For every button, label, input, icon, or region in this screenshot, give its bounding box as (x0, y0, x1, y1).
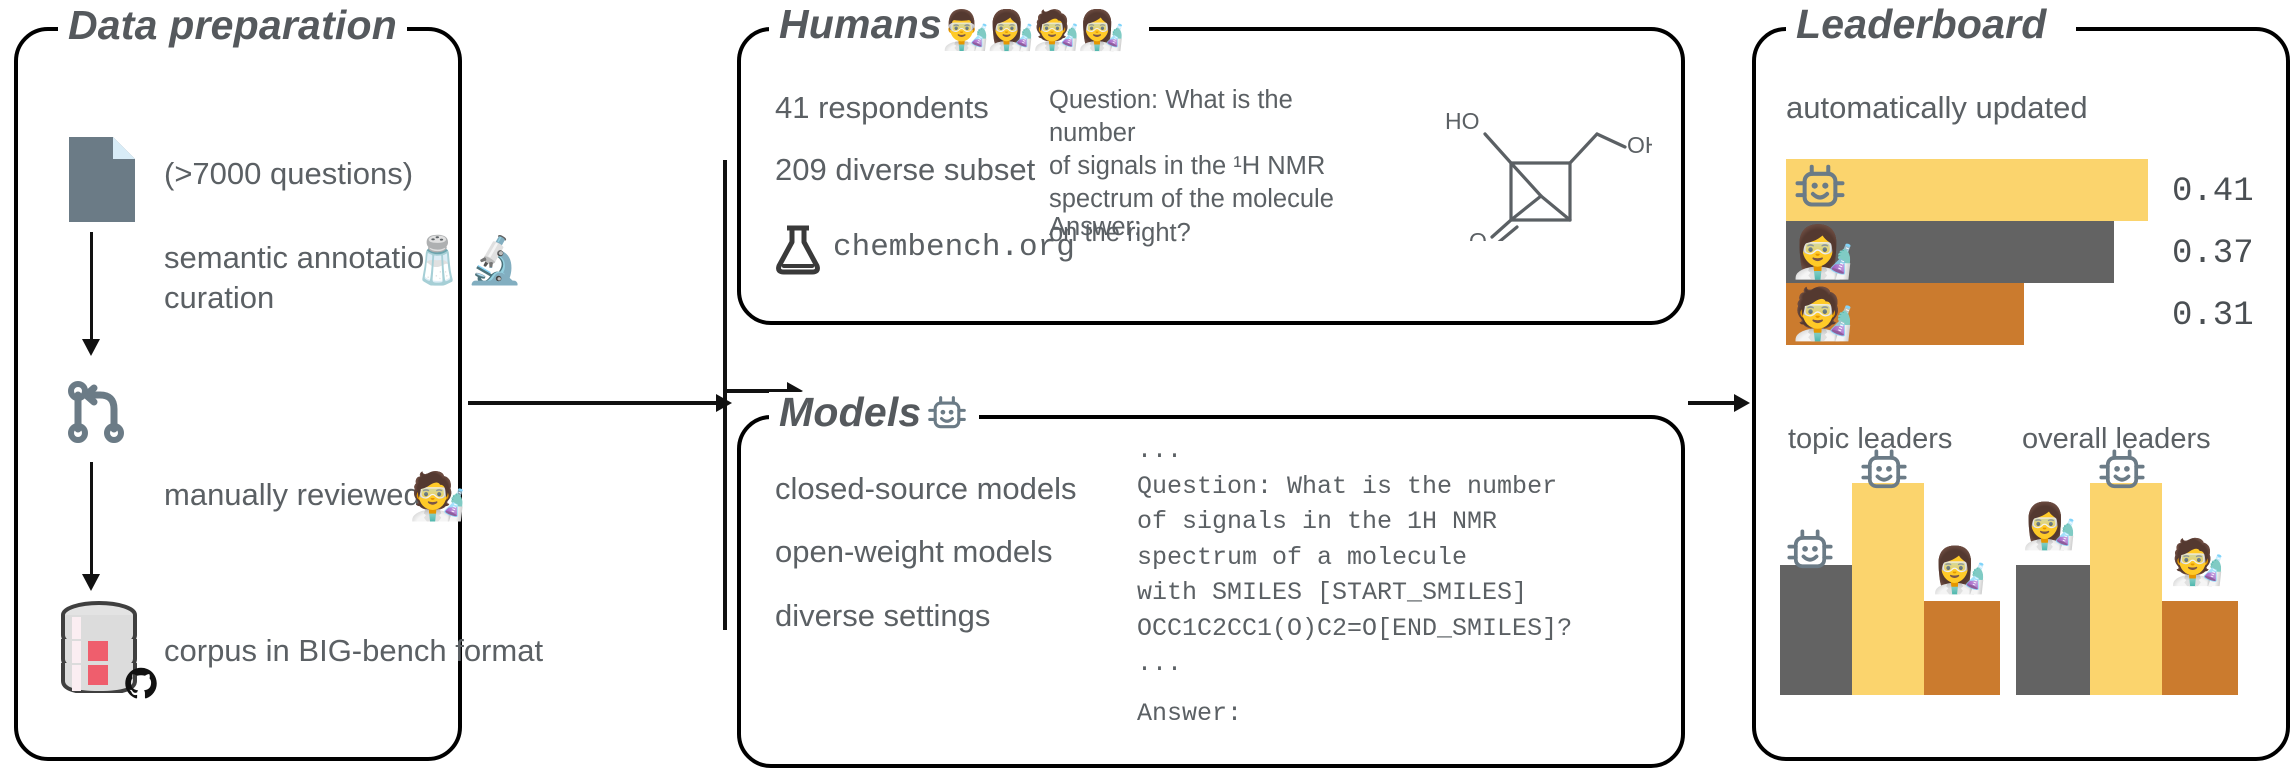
panel-title-humans: Humans👨‍🔬👩‍🔬🧑‍🔬👩‍🔬 (769, 1, 1134, 52)
model-prompt-line-4: spectrum of a molecule (1137, 542, 1468, 572)
podium-place-3 (1924, 601, 2000, 695)
humans-subset: 209 diverse subset (775, 152, 1036, 187)
chembench-url[interactable]: chembench.org (833, 229, 1075, 268)
robot-icon (1794, 162, 1846, 219)
leaderboard-bar-1 (1786, 159, 2148, 221)
models-item-closed-source: closed-source models (775, 471, 1077, 506)
scientist-emoji-1: 🧂‍🔬 (409, 233, 524, 287)
robot-icon-place-2 (1786, 527, 1834, 582)
model-prompt-line-7: ... (1137, 649, 1183, 678)
connector-arrow-left (468, 390, 732, 421)
github-icon (124, 667, 158, 701)
git-branch-icon (64, 377, 134, 447)
model-prompt-line-2: Question: What is the number (1137, 471, 1558, 501)
model-prompt-line-1: ... (1137, 436, 1183, 465)
molecule-structure: HO OH O (1437, 101, 1662, 254)
panel-leaderboard: Leaderboard automatically updated 0.41 👩… (1752, 4, 2290, 761)
panel-title-humans-text: Humans (779, 1, 942, 47)
podium-place-1 (2090, 483, 2162, 695)
flask-icon (775, 224, 821, 276)
panel-title-leaderboard: Leaderboard (1786, 4, 2057, 45)
model-prompt-line-5: with SMILES [START_SMILES] (1137, 578, 1528, 607)
robot-icon-place-1 (1860, 447, 1908, 502)
robot-icon-place-1 (2098, 447, 2146, 502)
flow-arrow-1-head (82, 339, 100, 356)
scientist-brown-emoji-place-3: 🧑‍🔬 (2170, 537, 2225, 588)
human-prompt-line-2: of signals in the ¹H NMR (1049, 152, 1326, 181)
human-prompt-line-1: Question: What is the number (1049, 86, 1293, 148)
models-item-diverse-settings: diverse settings (775, 598, 991, 633)
step-label-corpus: corpus in BIG-bench format (164, 633, 544, 668)
molecule-label-O: O (1469, 228, 1487, 241)
model-prompt: ... Question: What is the number of sign… (1137, 433, 1572, 731)
panel-title-models-text: Models (779, 389, 922, 435)
podium-place-2 (1780, 565, 1852, 695)
leaderboard-score-3: 0.31 (2172, 297, 2254, 335)
model-answer-label: Answer: (1137, 698, 1243, 728)
podium-topic-leaders: 👩‍🔬 (1780, 449, 2000, 695)
robot-icon (927, 394, 967, 441)
podium-place-1 (1852, 483, 1924, 695)
scientist-blonde-emoji-place-2: 👩‍🔬 (2022, 501, 2077, 552)
scientist-emoji-group: 👨‍🔬👩‍🔬🧑‍🔬👩‍🔬 (941, 8, 1125, 52)
leaderboard-score-2: 0.37 (2172, 235, 2254, 273)
panel-title-data-preparation: Data preparation (58, 5, 407, 46)
flow-arrow-2-head (82, 574, 100, 591)
scientist-blonde-emoji: 👩‍🔬 (1792, 223, 1855, 281)
panel-humans: Humans👨‍🔬👩‍🔬🧑‍🔬👩‍🔬 41 respondents 209 di… (737, 4, 1685, 325)
document-icon (69, 137, 135, 222)
molecule-label-HO: HO (1445, 108, 1480, 134)
models-item-open-weight: open-weight models (775, 534, 1053, 569)
model-prompt-line-6: OCC1C2CC1(O)C2=O[END_SMILES]? (1137, 613, 1573, 643)
podium-place-3 (2162, 601, 2238, 695)
flow-arrow-2-line (90, 462, 93, 577)
connector-arrow-right (1688, 390, 1750, 421)
scientist-brown-emoji: 🧑‍🔬 (1792, 285, 1855, 343)
podium-place-2 (2016, 565, 2090, 695)
podium-overall-leaders: 👩‍🔬 🧑‍🔬 (2016, 449, 2242, 695)
human-answer-label: Answer: (1049, 213, 1142, 241)
step-label-questions: (>7000 questions) (164, 156, 414, 191)
flow-arrow-1-line (90, 232, 93, 342)
molecule-label-OH: OH (1627, 132, 1652, 158)
model-prompt-line-3: of signals in the 1H NMR (1137, 507, 1498, 536)
step-label-semantic-annotation: semantic annotation (164, 240, 442, 275)
panel-models: Models closed-source models open-weight … (737, 392, 1685, 768)
panel-data-preparation: Data preparation (>7000 questions) seman… (14, 5, 543, 761)
leaderboard-bar-3: 🧑‍🔬 (1786, 283, 2024, 345)
leaderboard-subtitle: automatically updated (1786, 90, 2088, 125)
leaderboard-score-1: 0.41 (2172, 173, 2254, 211)
leaderboard-bar-2: 👩‍🔬 (1786, 221, 2114, 283)
step-label-curation: curation (164, 280, 275, 315)
scientist-black-hair-emoji-place-3: 👩‍🔬 (1932, 545, 1987, 596)
panel-title-models: Models (769, 389, 978, 441)
humans-respondents: 41 respondents (775, 90, 989, 125)
step-label-manually-reviewed: manually reviewed (164, 477, 421, 512)
scientist-emoji-2: 🧑‍🔬 (409, 469, 467, 523)
